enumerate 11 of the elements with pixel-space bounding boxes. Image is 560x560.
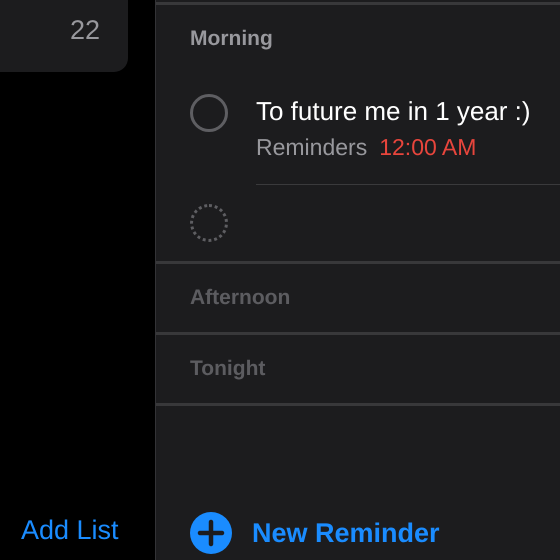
section-header: Tonight bbox=[190, 356, 266, 382]
reminder-list: Reminders bbox=[256, 132, 368, 162]
reminder-time: 12:00 AM bbox=[379, 133, 476, 162]
new-reminder-button[interactable]: New Reminder bbox=[190, 512, 440, 554]
section-header: Afternoon bbox=[190, 285, 290, 312]
section-header: Morning bbox=[190, 26, 273, 52]
list-card[interactable]: 22 bbox=[0, 0, 128, 72]
reminder-title: To future me in 1 year :) bbox=[256, 95, 532, 128]
add-list-button[interactable]: Add List bbox=[21, 510, 119, 550]
list-count: 22 bbox=[70, 14, 100, 47]
plus-icon bbox=[190, 512, 232, 554]
